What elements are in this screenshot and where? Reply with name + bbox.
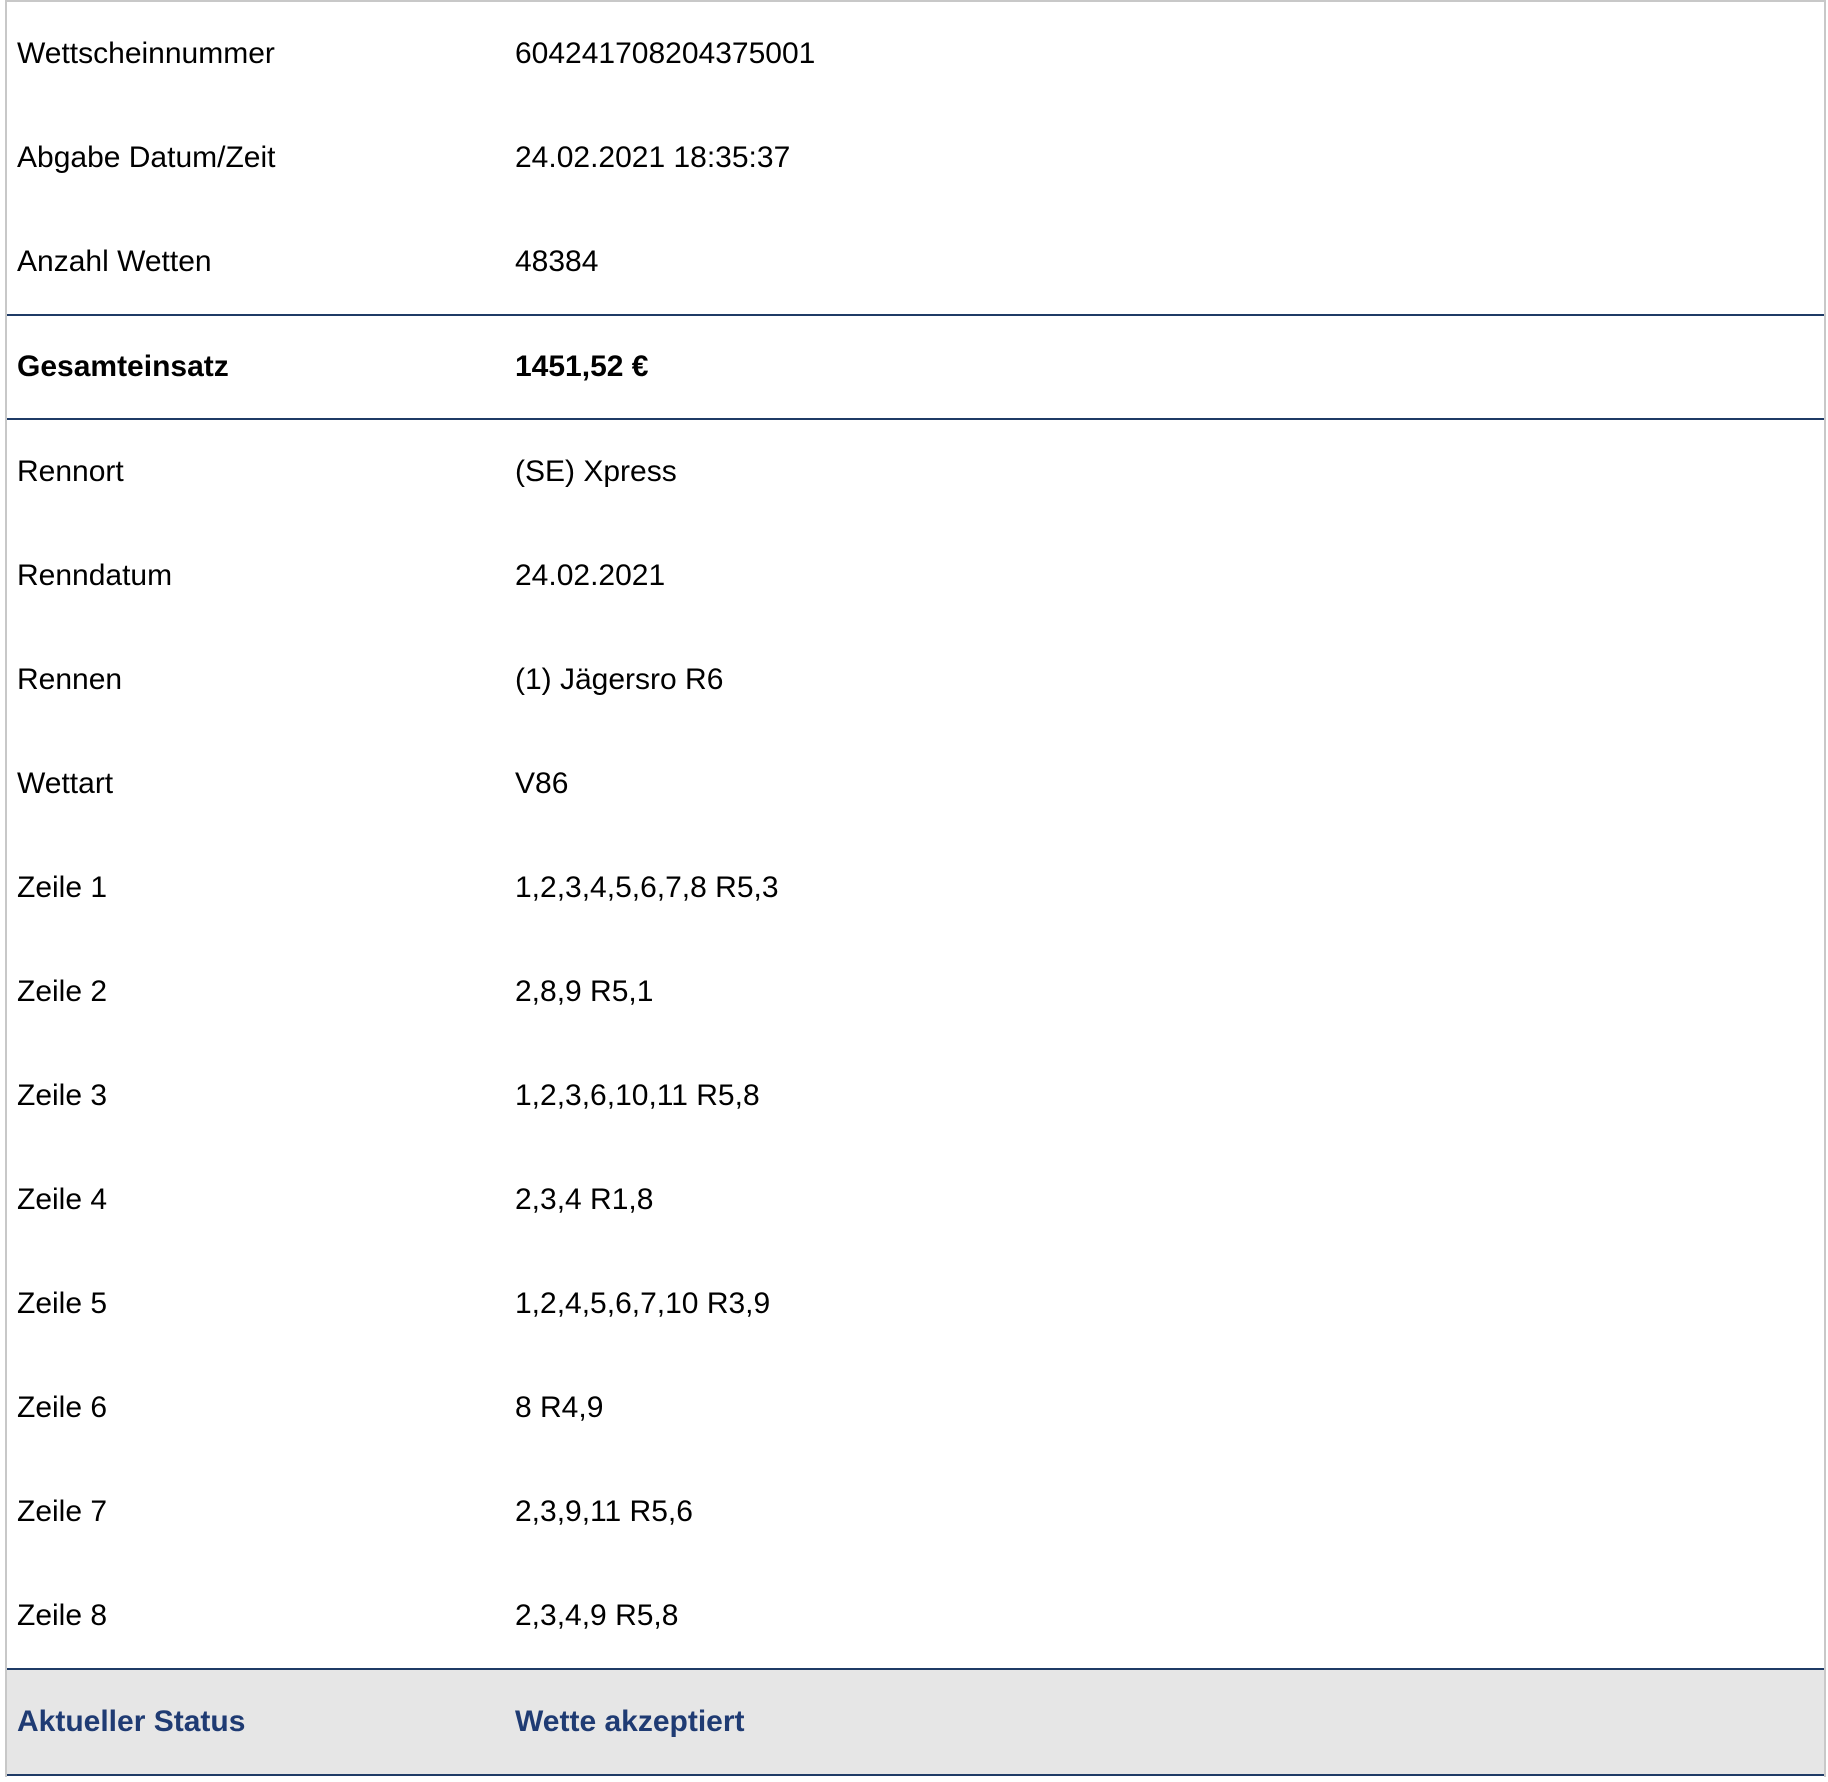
- line-row: Zeile 7 2,3,9,11 R5,6: [7, 1460, 1824, 1564]
- race-value: (1) Jägersro R6: [515, 663, 724, 696]
- row-label: Wettart: [17, 767, 114, 800]
- row-label: Zeile 7: [17, 1495, 108, 1528]
- race-date-value: 24.02.2021: [515, 559, 666, 592]
- row-label: Zeile 2: [17, 975, 108, 1008]
- line-value: 1,2,3,6,10,11 R5,8: [515, 1079, 760, 1112]
- row-label: Zeile 4: [17, 1183, 108, 1216]
- row-label: Zeile 6: [17, 1391, 108, 1424]
- line-row: Zeile 6 8 R4,9: [7, 1356, 1824, 1460]
- line-value: 2,3,4 R1,8: [515, 1183, 654, 1216]
- line-row: Zeile 4 2,3,4 R1,8: [7, 1148, 1824, 1252]
- line-value: 1,2,4,5,6,7,10 R3,9: [515, 1287, 771, 1320]
- current-status-row: Aktueller Status Wette akzeptiert: [7, 1668, 1824, 1776]
- line-row: Zeile 8 2,3,4,9 R5,8: [7, 1564, 1824, 1668]
- row-label: Zeile 3: [17, 1079, 108, 1112]
- row-label: Renndatum: [17, 559, 173, 592]
- line-value: 8 R4,9: [515, 1391, 604, 1424]
- row-label: Wettscheinnummer: [17, 37, 275, 70]
- line-value: 2,8,9 R5,1: [515, 975, 654, 1008]
- submission-datetime-value: 24.02.2021 18:35:37: [515, 141, 791, 174]
- bet-count-row: Anzahl Wetten 48384: [7, 210, 1824, 314]
- row-label: Rennort: [17, 455, 124, 488]
- status-label: Aktueller Status: [17, 1705, 246, 1738]
- row-label: Zeile 1: [17, 871, 108, 904]
- row-label: Zeile 5: [17, 1287, 108, 1320]
- status-value: Wette akzeptiert: [515, 1705, 745, 1738]
- ticket-number-row: Wettscheinnummer 604241708204375001: [7, 2, 1824, 106]
- line-value: 1,2,3,4,5,6,7,8 R5,3: [515, 871, 779, 904]
- race-location-row: Rennort (SE) Xpress: [7, 420, 1824, 524]
- bet-type-value: V86: [515, 767, 569, 800]
- race-row: Rennen (1) Jägersro R6: [7, 628, 1824, 732]
- row-label: Zeile 8: [17, 1599, 108, 1632]
- line-row: Zeile 3 1,2,3,6,10,11 R5,8: [7, 1044, 1824, 1148]
- bet-type-row: Wettart V86: [7, 732, 1824, 836]
- row-label: Rennen: [17, 663, 123, 696]
- row-label: Abgabe Datum/Zeit: [17, 141, 276, 174]
- row-label: Anzahl Wetten: [17, 245, 212, 278]
- total-stake-label: Gesamteinsatz: [17, 350, 229, 383]
- line-row: Zeile 2 2,8,9 R5,1: [7, 940, 1824, 1044]
- total-stake-row: Gesamteinsatz 1451,52 €: [7, 314, 1824, 420]
- line-value: 2,3,9,11 R5,6: [515, 1495, 693, 1528]
- line-row: Zeile 5 1,2,4,5,6,7,10 R3,9: [7, 1252, 1824, 1356]
- race-date-row: Renndatum 24.02.2021: [7, 524, 1824, 628]
- total-stake-value: 1451,52 €: [515, 350, 649, 383]
- bet-ticket-table: Wettscheinnummer 604241708204375001 Abga…: [5, 0, 1826, 1777]
- bet-count-value: 48384: [515, 245, 599, 278]
- line-value: 2,3,4,9 R5,8: [515, 1599, 679, 1632]
- line-row: Zeile 1 1,2,3,4,5,6,7,8 R5,3: [7, 836, 1824, 940]
- ticket-number-value: 604241708204375001: [515, 37, 816, 70]
- submission-datetime-row: Abgabe Datum/Zeit 24.02.2021 18:35:37: [7, 106, 1824, 210]
- race-location-value: (SE) Xpress: [515, 455, 677, 488]
